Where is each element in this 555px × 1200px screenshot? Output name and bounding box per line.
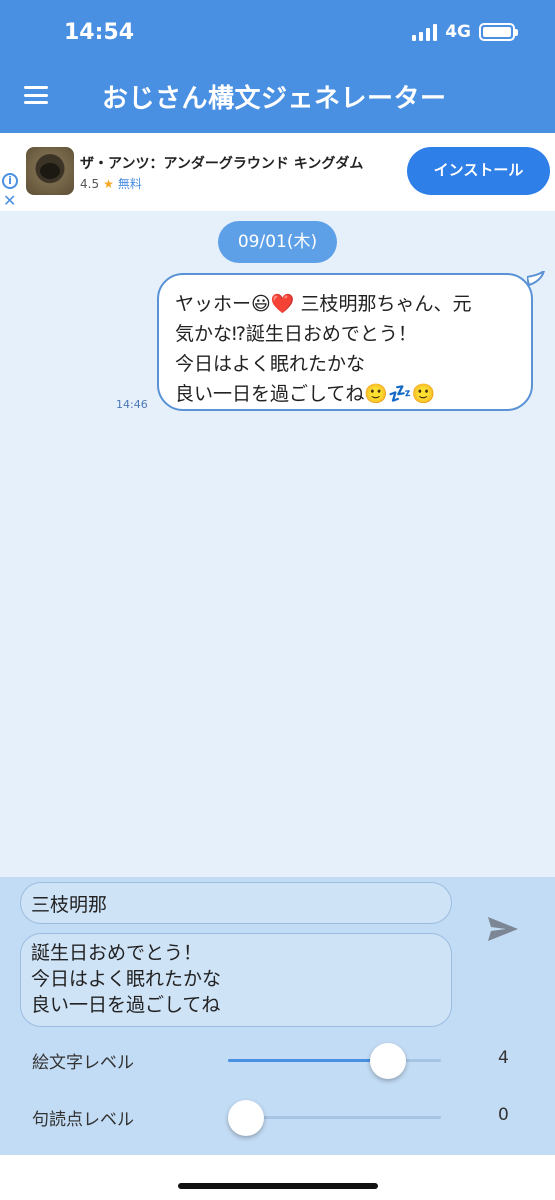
home-bar-area bbox=[0, 1155, 555, 1200]
close-icon[interactable]: ✕ bbox=[3, 191, 16, 210]
punctuation-level-value: 0 bbox=[498, 1105, 509, 1125]
message-input[interactable]: 誕生日おめでとう！ 今日はよく眠れたかな 良い一日を過ごしてね bbox=[20, 933, 452, 1027]
chat-area[interactable]: 09/01(木) ヤッホー😃❤️ 三枝明那ちゃん、元 気かな⁉誕生日おめでとう！… bbox=[0, 211, 555, 877]
emoji-level-slider[interactable] bbox=[228, 1043, 441, 1079]
network-type: 4G bbox=[445, 22, 471, 42]
message-line: 今日はよく眠れたかな bbox=[175, 353, 366, 375]
slider-fill bbox=[228, 1059, 388, 1062]
app-title: おじさん構文ジェネレーター bbox=[102, 84, 447, 114]
home-indicator[interactable] bbox=[178, 1183, 378, 1189]
message-input-line: 誕生日おめでとう！ bbox=[31, 942, 203, 964]
slider-thumb[interactable] bbox=[228, 1100, 264, 1136]
status-time: 14:54 bbox=[64, 20, 135, 45]
punctuation-level-label: 句読点レベル bbox=[32, 1110, 134, 1130]
emoji-level-row: 絵文字レベル 4 bbox=[0, 1038, 555, 1082]
message-line: ヤッホー😃❤️ 三枝明那ちゃん、元 bbox=[175, 293, 472, 315]
message-input-line: 良い一日を過ごしてね bbox=[31, 994, 221, 1016]
status-indicators: 4G bbox=[412, 22, 518, 42]
ad-title[interactable]: ザ・アンツ：アンダーグラウンド キングダム bbox=[80, 153, 363, 173]
message-line: 良い一日を過ごしてね🙂💤🙂 bbox=[175, 383, 436, 405]
composer: 誕生日おめでとう！ 今日はよく眠れたかな 良い一日を過ごしてね 絵文字レベル 4… bbox=[0, 877, 555, 1155]
punctuation-level-slider[interactable] bbox=[228, 1100, 441, 1136]
name-input[interactable] bbox=[20, 882, 452, 924]
ad-meta: 4.5 ★ 無料 bbox=[80, 175, 142, 192]
ad-app-icon[interactable] bbox=[26, 147, 74, 195]
emoji-level-label: 絵文字レベル bbox=[32, 1053, 134, 1073]
app-header: 14:54 4G おじさん構文ジェネレーター bbox=[0, 0, 555, 133]
ad-banner[interactable]: i ✕ ザ・アンツ：アンダーグラウンド キングダム 4.5 ★ 無料 インストー… bbox=[0, 133, 555, 211]
message-input-line: 今日はよく眠れたかな bbox=[31, 968, 222, 990]
star-icon: ★ bbox=[103, 176, 114, 191]
install-button[interactable]: インストール bbox=[407, 147, 550, 195]
battery-icon bbox=[479, 23, 518, 41]
punctuation-level-row: 句読点レベル 0 bbox=[0, 1095, 555, 1139]
menu-icon[interactable] bbox=[24, 86, 48, 104]
bubble-tail bbox=[527, 271, 545, 287]
slider-thumb[interactable] bbox=[369, 1043, 406, 1079]
ad-rating: 4.5 bbox=[80, 176, 100, 191]
signal-icon bbox=[412, 23, 438, 41]
emoji-level-value: 4 bbox=[498, 1048, 509, 1068]
ad-price: 無料 bbox=[117, 177, 142, 191]
info-icon[interactable]: i bbox=[2, 173, 18, 189]
message-bubble[interactable]: ヤッホー😃❤️ 三枝明那ちゃん、元 気かな⁉誕生日おめでとう！ 今日はよく眠れた… bbox=[157, 273, 533, 411]
date-badge: 09/01(木) bbox=[218, 221, 337, 263]
send-icon[interactable] bbox=[486, 915, 520, 943]
message-line: 気かな⁉誕生日おめでとう！ bbox=[175, 323, 417, 345]
message-time: 14:46 bbox=[116, 398, 148, 411]
